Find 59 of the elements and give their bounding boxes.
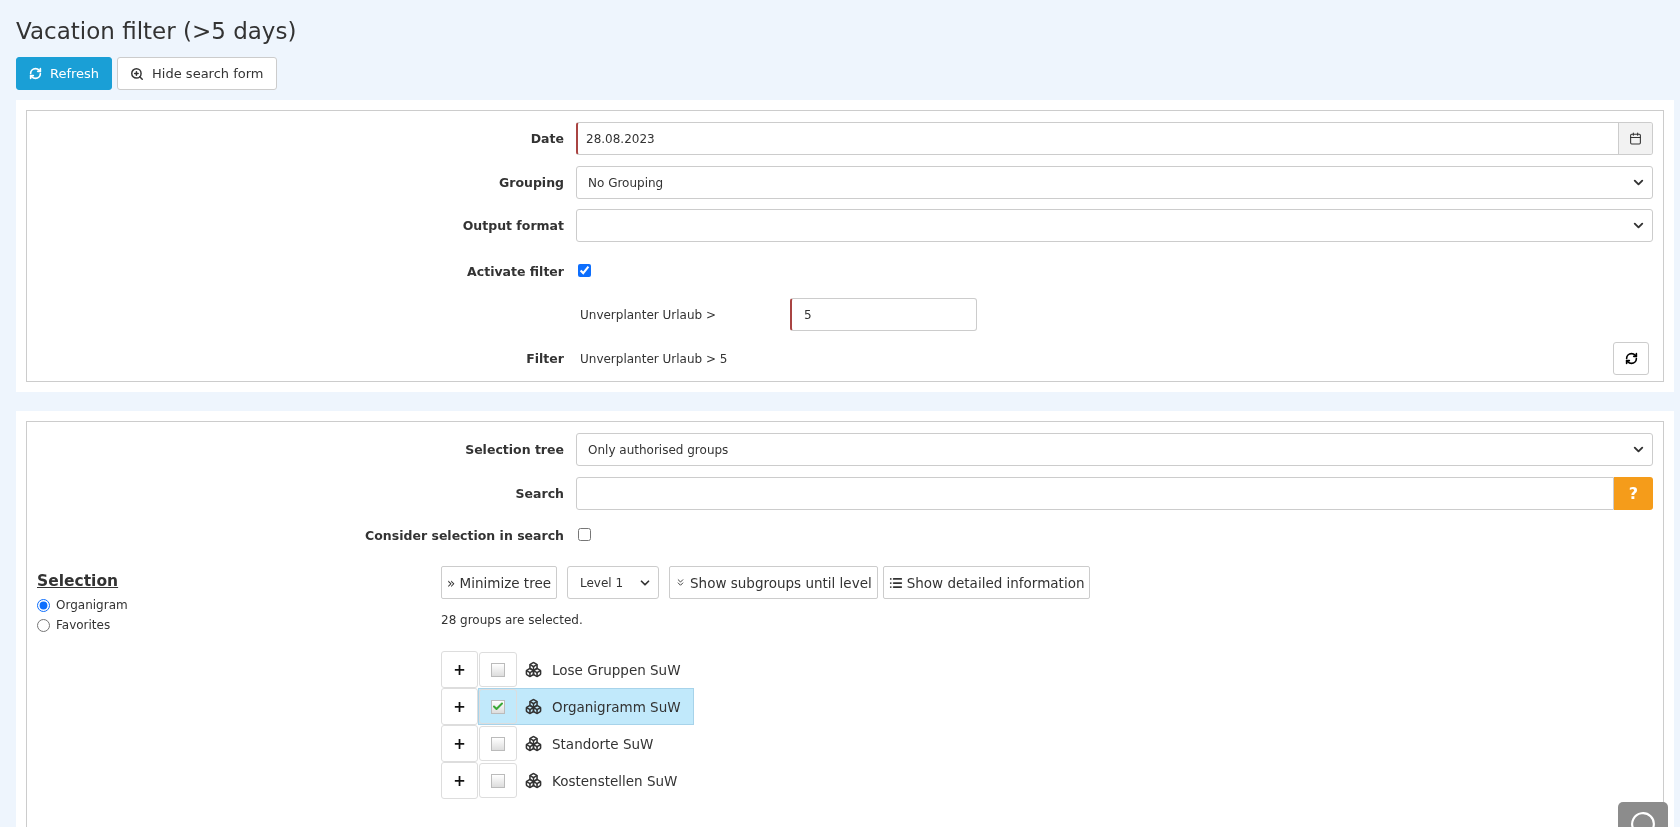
field-label: Search	[514, 486, 564, 501]
page-title: Vacation filter (>5 days)	[16, 17, 298, 46]
expand-button[interactable]: +	[441, 725, 478, 762]
grouping-select[interactable]: No Grouping	[576, 166, 1653, 199]
chat-button[interactable]	[1618, 802, 1668, 827]
field-label: Consider selection in search	[364, 527, 564, 543]
boxes-icon	[525, 735, 542, 752]
field-label: Activate filter	[466, 263, 564, 279]
condition-field[interactable]: 5	[790, 298, 977, 331]
tree-node[interactable]: Lose Gruppen SuW	[478, 651, 694, 688]
tree-checkbox[interactable]	[491, 773, 505, 788]
tree-checkbox[interactable]	[491, 699, 505, 714]
check-icon	[492, 700, 504, 713]
expand-button[interactable]: +	[441, 651, 478, 688]
refresh-icon	[29, 67, 42, 80]
date-field[interactable]: 28.08.2023	[576, 122, 1653, 155]
field-label: Selection tree	[464, 442, 564, 457]
show-subgroups-button[interactable]: Show subgroups until level	[669, 566, 878, 599]
radio-label: Favorites	[56, 618, 111, 632]
tree-node-label: Standorte SuW	[552, 735, 654, 752]
filter-text: Unverplanter Urlaub > 5	[579, 351, 728, 366]
field-label: Output format	[461, 218, 564, 233]
tree-node[interactable]: Standorte SuW	[478, 725, 667, 762]
tree-node[interactable]: Organigramm SuW	[478, 688, 694, 725]
field-label: Grouping	[498, 175, 564, 190]
tree-checkbox[interactable]	[491, 736, 505, 751]
selection-status: 28 groups are selected.	[441, 613, 584, 627]
selection-tree-select[interactable]: Only authorised groups	[576, 433, 1653, 466]
show-details-button[interactable]: Show detailed information	[882, 566, 1091, 599]
selection-heading: Selection	[37, 572, 119, 590]
calendar-icon	[1629, 132, 1642, 145]
boxes-icon	[525, 661, 542, 678]
search-field[interactable]	[576, 477, 1614, 510]
radio-button[interactable]	[37, 618, 50, 632]
expand-button[interactable]: +	[441, 688, 478, 725]
condition-label: Unverplanter Urlaub >	[579, 307, 718, 322]
tree-node-label: Organigramm SuW	[552, 698, 681, 715]
refresh-filter-button[interactable]	[1613, 342, 1649, 375]
tree-checkbox[interactable]	[491, 662, 505, 677]
tree-node[interactable]: Kostenstellen SuW	[478, 762, 691, 799]
list-icon	[888, 575, 903, 590]
refresh-icon	[1624, 352, 1638, 365]
field-label: Filter	[525, 351, 564, 366]
level-select[interactable]: Level 1	[567, 566, 659, 599]
consider-selection-checkbox[interactable]	[578, 527, 591, 541]
expand-button[interactable]: +	[441, 762, 478, 799]
boxes-icon	[525, 772, 542, 789]
tree-node-label: Lose Gruppen SuW	[552, 661, 681, 678]
radio-button[interactable]	[37, 598, 50, 612]
zoom-in-icon	[130, 66, 145, 81]
field-label: Date	[529, 131, 564, 146]
hide-search-form-button[interactable]: Hide search form	[117, 57, 277, 90]
double-chevron-down-icon	[675, 577, 686, 588]
minimize-tree-button[interactable]: » Minimize tree	[441, 566, 557, 599]
boxes-icon	[525, 698, 542, 715]
activate-filter-checkbox[interactable]	[578, 263, 591, 277]
tree-node-label: Kostenstellen SuW	[552, 772, 678, 789]
calendar-button[interactable]	[1618, 123, 1652, 154]
radio-label: Organigram	[56, 598, 128, 612]
